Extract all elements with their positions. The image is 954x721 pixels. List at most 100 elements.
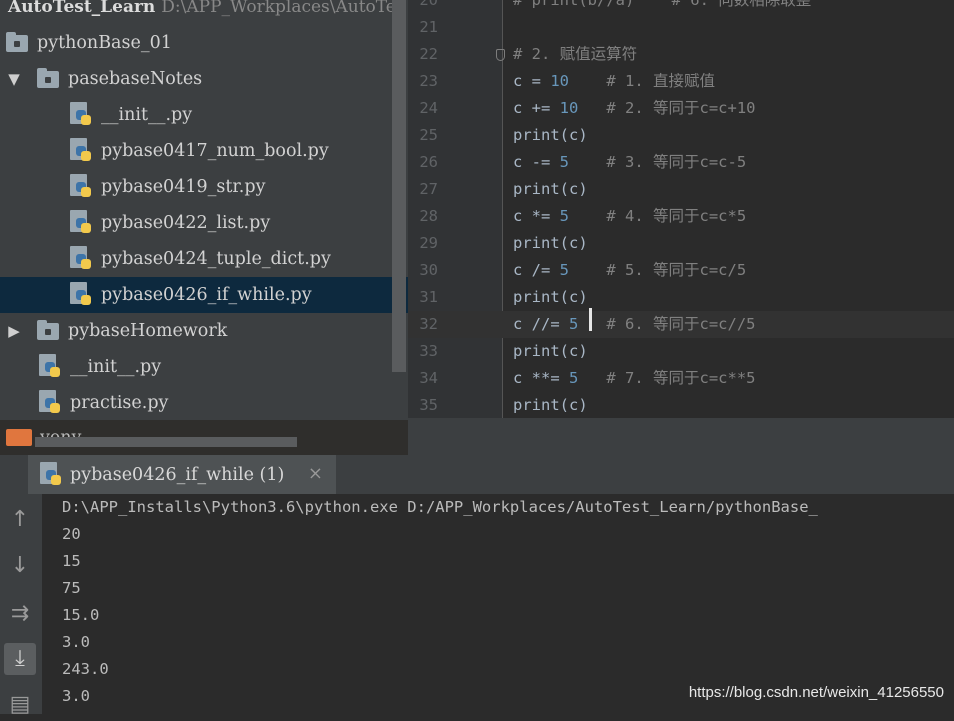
fold-marker-icon[interactable] [496, 49, 505, 61]
python-file-icon [70, 138, 92, 164]
code-editor[interactable]: 20 # print(b//a) # 6. 向数相除取整 21 22 # 2. 赋值运算… [408, 0, 954, 418]
code-text: # 2. 赋值运算符 [513, 45, 638, 63]
run-console[interactable]: D:\APP_Installs\Python3.6\python.exe D:/… [42, 494, 954, 714]
tree-item-label: __init__.py [101, 105, 193, 125]
code-line[interactable]: 26 c -= 5 # 3. 等同于c=c-5 [408, 149, 954, 176]
code-line[interactable]: 34 c **= 5 # 7. 等同于c=c**5 [408, 365, 954, 392]
tree-item-label: pythonBase_01 [37, 33, 172, 53]
code-line[interactable]: 22 # 2. 赋值运算符 [408, 41, 954, 68]
code-line[interactable]: 25 print(c) [408, 122, 954, 149]
tree-item[interactable]: __init__.py [0, 349, 408, 385]
tree-item-label: __init__.py [70, 357, 162, 377]
tree-item[interactable]: ▼ pasebaseNotes [0, 61, 408, 97]
console-line: 3.0 [62, 633, 90, 651]
tree-item-label: pybase0426_if_while.py [101, 285, 312, 305]
tree-item[interactable]: pybase0417_num_bool.py [0, 133, 408, 169]
code-text: c -= 5 # 3. 等同于c=c-5 [513, 153, 747, 171]
tree-item-label: pybase0422_list.py [101, 213, 271, 233]
line-number: 31 [419, 288, 438, 306]
run-tab[interactable]: pybase0426_if_while (1) × [28, 455, 336, 494]
code-text: print(c) [513, 396, 588, 414]
folder-icon [6, 429, 32, 446]
folder-icon [6, 31, 28, 52]
line-number: 34 [419, 369, 438, 387]
tree-item-label: pybase0424_tuple_dict.py [101, 249, 331, 269]
python-file-icon [39, 390, 61, 416]
tree-item-label: pybase0417_num_bool.py [101, 141, 329, 161]
console-line: 15.0 [62, 606, 100, 624]
line-number: 24 [419, 99, 438, 117]
run-tab-label: pybase0426_if_while (1) [70, 464, 285, 485]
line-number: 21 [419, 18, 438, 36]
tree-item[interactable]: pybase0426_if_while.py [0, 277, 408, 313]
soft-wrap-icon[interactable]: ⇉ [4, 598, 36, 630]
code-line[interactable]: 35 print(c) [408, 392, 954, 418]
code-line[interactable]: 21 [408, 14, 954, 41]
code-text: c /= 5 # 5. 等同于c=c/5 [513, 261, 747, 279]
code-line[interactable]: 28 c *= 5 # 4. 等同于c=c*5 [408, 203, 954, 230]
code-text: c **= 5 # 7. 等同于c=c**5 [513, 369, 756, 387]
tree-item[interactable]: ▶ pybaseHomework [0, 313, 408, 349]
text-caret [589, 308, 592, 331]
line-number: 20 [419, 0, 438, 9]
close-icon[interactable]: × [308, 463, 323, 484]
code-line[interactable]: 31 print(c) [408, 284, 954, 311]
line-number: 22 [419, 45, 438, 63]
code-text: c += 10 # 2. 等同于c=c+10 [513, 99, 756, 117]
console-line: 75 [62, 579, 81, 597]
python-file-icon [70, 102, 92, 128]
arrow-down-icon[interactable]: ↓ [4, 550, 36, 582]
console-line: 15 [62, 552, 81, 570]
arrow-up-icon[interactable]: ↑ [4, 504, 36, 536]
tree-item-label: pybase0419_str.py [101, 177, 266, 197]
tree-item[interactable]: pybase0424_tuple_dict.py [0, 241, 408, 277]
code-text: print(c) [513, 234, 588, 252]
code-line[interactable]: 27 print(c) [408, 176, 954, 203]
chevron-down-icon[interactable]: ▼ [4, 70, 24, 88]
print-icon[interactable]: ▤ [4, 689, 36, 721]
tree-item[interactable]: __init__.py [0, 97, 408, 133]
python-file-icon [70, 174, 92, 200]
code-line[interactable]: 23 c = 10 # 1. 直接赋值 [408, 68, 954, 95]
code-line[interactable]: 33 print(c) [408, 338, 954, 365]
project-title[interactable]: AutoTest_Learn D:\APP_Workplaces\AutoTe [8, 0, 396, 18]
tree-item-label: pybaseHomework [68, 321, 228, 341]
line-number: 26 [419, 153, 438, 171]
line-number: 30 [419, 261, 438, 279]
python-file-icon [70, 246, 92, 272]
tree-item-label: practise.py [70, 393, 169, 413]
tree-horizontal-scrollbar[interactable] [35, 437, 297, 447]
code-line[interactable]: 24 c += 10 # 2. 等同于c=c+10 [408, 95, 954, 122]
code-line[interactable]: 20 # print(b//a) # 6. 向数相除取整 [408, 0, 954, 14]
tree-item[interactable]: pythonBase_01 [0, 25, 408, 61]
project-path: D:\APP_Workplaces\AutoTe [161, 0, 396, 17]
chevron-right-icon[interactable]: ▶ [4, 322, 24, 340]
python-file-icon [39, 354, 61, 380]
line-number: 35 [419, 396, 438, 414]
code-text: print(c) [513, 180, 588, 198]
tree-vertical-scrollbar[interactable] [392, 0, 406, 372]
python-file-icon [70, 210, 92, 236]
tree-item[interactable]: pybase0422_list.py [0, 205, 408, 241]
tree-item-label: pasebaseNotes [68, 69, 203, 89]
project-panel: AutoTest_Learn D:\APP_Workplaces\AutoTe p… [0, 0, 408, 455]
line-number: 23 [419, 72, 438, 90]
line-number: 32 [419, 315, 438, 333]
line-number: 27 [419, 180, 438, 198]
code-text: print(c) [513, 126, 588, 144]
run-toolbar: ↑ ↓ ⇉ ⤓ ▤ [0, 494, 42, 717]
console-line: D:\APP_Installs\Python3.6\python.exe D:/… [62, 498, 818, 516]
code-text: print(c) [513, 342, 588, 360]
tree-item[interactable]: pybase0419_str.py [0, 169, 408, 205]
tree-item[interactable]: practise.py [0, 385, 408, 421]
scroll-to-end-icon[interactable]: ⤓ [4, 643, 36, 675]
line-number: 28 [419, 207, 438, 225]
code-text: c //= 5 # 6. 等同于c=c//5 [513, 315, 756, 333]
editor-bottom-bar [408, 418, 954, 455]
run-tab-bar: pybase0426_if_while (1) × [0, 455, 954, 494]
code-line[interactable]: 29 print(c) [408, 230, 954, 257]
code-line[interactable]: 32 c //= 5 # 6. 等同于c=c//5 [408, 311, 954, 338]
code-text: # print(b//a) # 6. 向数相除取整 [513, 0, 812, 9]
python-file-icon [40, 461, 62, 488]
code-line[interactable]: 30 c /= 5 # 5. 等同于c=c/5 [408, 257, 954, 284]
